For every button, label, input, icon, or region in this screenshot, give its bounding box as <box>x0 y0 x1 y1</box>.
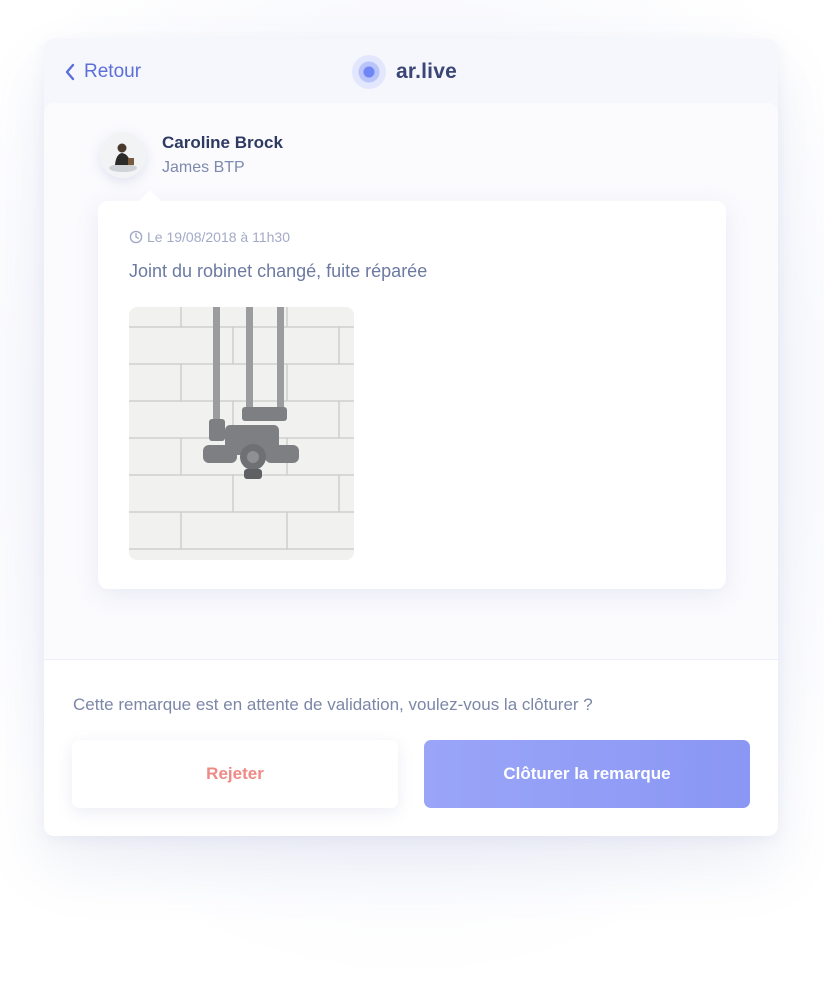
card-caret <box>138 189 162 213</box>
author-name: Caroline Brock <box>162 133 283 152</box>
note-card: Le 19/08/2018 à 11h30 Joint du robinet c… <box>98 189 726 589</box>
reject-button[interactable]: Rejeter <box>72 740 398 808</box>
author-company: James BTP <box>162 159 245 176</box>
note-timestamp: Le 19/08/2018 à 11h30 <box>129 229 290 245</box>
brand-name: ar.live <box>396 60 457 83</box>
clock-icon <box>129 230 143 244</box>
note-panel: Caroline Brock James BTP Le 19/08/2018 à… <box>44 103 778 659</box>
note-text: Joint du robinet changé, fuite réparée <box>129 261 428 281</box>
close-remark-button[interactable]: Clôturer la remarque <box>424 740 750 808</box>
app-window: Retour ar.live Caroline Brock James BTP <box>44 39 778 836</box>
author-block: Caroline Brock James BTP <box>100 129 283 181</box>
faucet-photo <box>129 307 354 560</box>
validation-footer: Cette remarque est en attente de validat… <box>44 659 778 836</box>
validation-question: Cette remarque est en attente de validat… <box>73 695 593 714</box>
top-bar: Retour ar.live <box>44 39 778 103</box>
timestamp-text: Le 19/08/2018 à 11h30 <box>147 229 290 245</box>
chevron-left-icon <box>65 63 75 81</box>
avatar-photo <box>100 132 146 178</box>
brand-logo-icon <box>352 55 386 89</box>
back-button[interactable]: Retour <box>64 60 141 84</box>
back-label: Retour <box>84 61 142 82</box>
note-photo[interactable] <box>129 307 354 560</box>
avatar[interactable] <box>100 132 146 178</box>
brand: ar.live <box>352 55 457 89</box>
